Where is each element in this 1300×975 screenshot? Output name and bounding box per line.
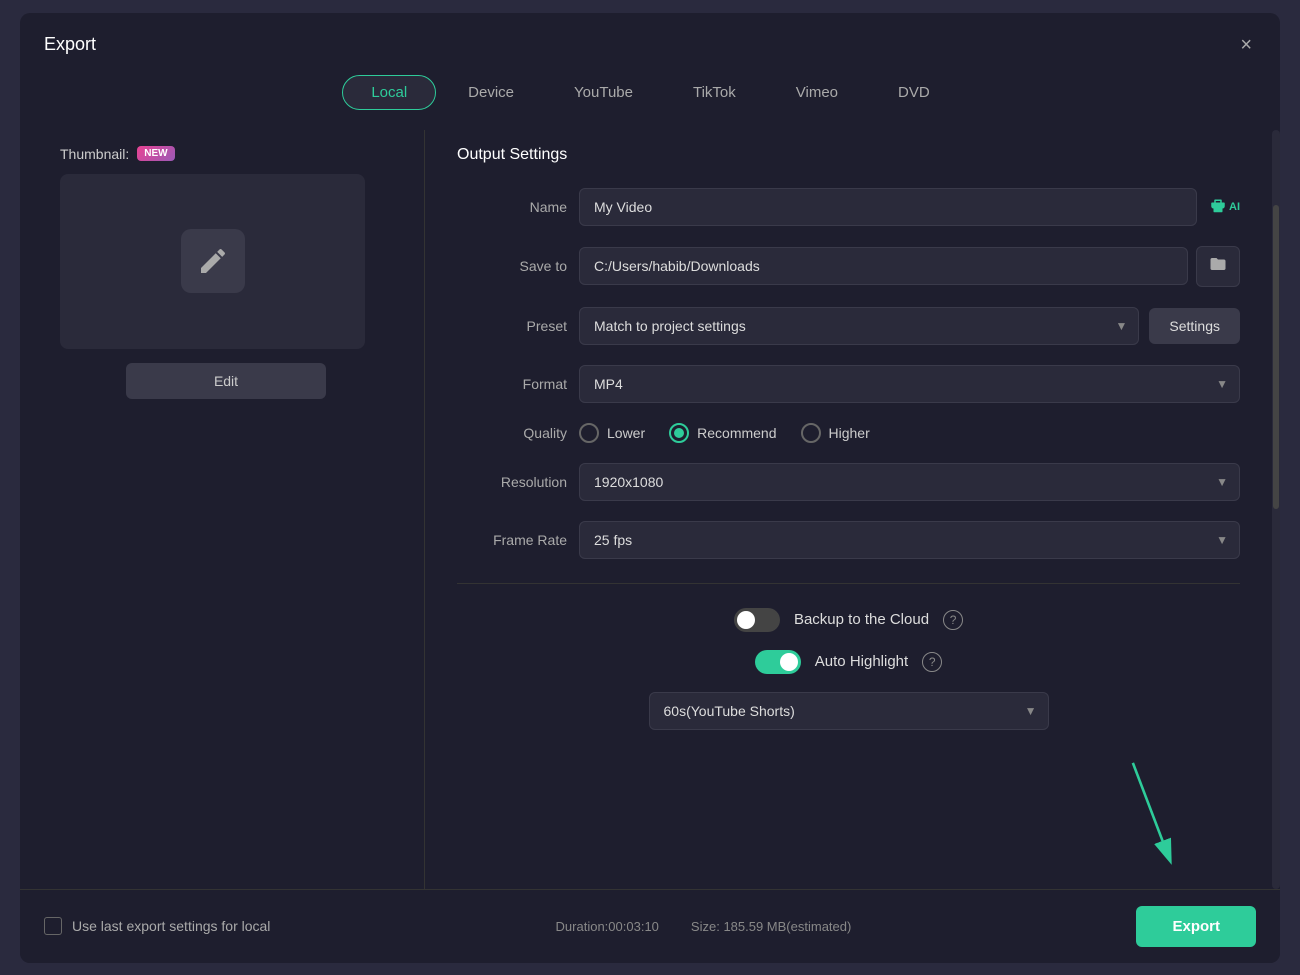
frame-rate-select-wrap: 25 fps ▼ — [579, 521, 1240, 559]
shorts-row: 60s(YouTube Shorts) ▼ — [457, 692, 1240, 730]
radio-lower — [579, 423, 599, 443]
section-title: Output Settings — [457, 146, 1240, 164]
quality-lower-label: Lower — [607, 425, 645, 441]
tab-device[interactable]: Device — [440, 75, 542, 110]
resolution-row: Resolution 1920x1080 ▼ — [457, 463, 1240, 501]
format-row: Format MP4 ▼ — [457, 365, 1240, 403]
tab-vimeo[interactable]: Vimeo — [768, 75, 866, 110]
resolution-select-wrap: 1920x1080 ▼ — [579, 463, 1240, 501]
quality-higher[interactable]: Higher — [801, 423, 870, 443]
tab-tiktok[interactable]: TikTok — [665, 75, 764, 110]
duration-info: Duration:00:03:10 — [556, 919, 659, 934]
quality-recommend[interactable]: Recommend — [669, 423, 776, 443]
preset-row: Preset Match to project settings ▼ Setti… — [457, 307, 1240, 345]
use-last-settings-label: Use last export settings for local — [72, 918, 270, 934]
radio-higher — [801, 423, 821, 443]
auto-highlight-row: Auto Highlight ? — [457, 650, 1240, 674]
folder-button[interactable] — [1196, 246, 1240, 287]
new-badge: NEW — [137, 146, 174, 161]
dialog-title: Export — [44, 34, 96, 55]
save-to-row: Save to — [457, 246, 1240, 287]
arrow-container — [457, 750, 1240, 830]
frame-rate-select[interactable]: 25 fps — [579, 521, 1240, 559]
thumbnail-label: Thumbnail: NEW — [60, 146, 392, 162]
use-last-settings-checkbox[interactable] — [44, 917, 62, 935]
ai-label: AI — [1229, 201, 1240, 213]
section-divider — [457, 583, 1240, 584]
backup-row: Backup to the Cloud ? — [457, 608, 1240, 632]
preset-label: Preset — [457, 318, 567, 334]
save-to-input-row — [579, 246, 1240, 287]
backup-toggle[interactable] — [734, 608, 780, 632]
name-label: Name — [457, 199, 567, 215]
auto-highlight-toggle[interactable] — [755, 650, 801, 674]
scrollbar-thumb — [1273, 205, 1279, 509]
auto-highlight-toggle-knob — [780, 653, 798, 671]
left-panel: Thumbnail: NEW Edit — [36, 130, 416, 889]
save-to-input[interactable] — [579, 247, 1188, 285]
preset-input-row: Match to project settings ▼ Settings — [579, 307, 1240, 345]
quality-recommend-label: Recommend — [697, 425, 776, 441]
backup-help-icon[interactable]: ? — [943, 610, 963, 630]
frame-rate-row: Frame Rate 25 fps ▼ — [457, 521, 1240, 559]
thumbnail-icon — [181, 229, 245, 293]
preset-select[interactable]: Match to project settings — [579, 307, 1139, 345]
scrollbar[interactable] — [1272, 130, 1280, 889]
radio-recommend — [669, 423, 689, 443]
footer-center: Duration:00:03:10 Size: 185.59 MB(estima… — [556, 919, 852, 934]
quality-row: Quality Lower Recommend Higher — [457, 423, 1240, 443]
save-to-label: Save to — [457, 258, 567, 274]
tab-dvd[interactable]: DVD — [870, 75, 958, 110]
resolution-select[interactable]: 1920x1080 — [579, 463, 1240, 501]
export-dialog: Export × Local Device YouTube TikTok Vim… — [20, 13, 1280, 963]
dialog-header: Export × — [20, 13, 1280, 59]
thumbnail-box — [60, 174, 365, 349]
preset-select-wrap: Match to project settings ▼ — [579, 307, 1139, 345]
frame-rate-label: Frame Rate — [457, 532, 567, 548]
name-input[interactable] — [579, 188, 1197, 226]
tab-youtube[interactable]: YouTube — [546, 75, 661, 110]
ai-icon[interactable]: AI — [1209, 198, 1240, 216]
resolution-label: Resolution — [457, 474, 567, 490]
close-button[interactable]: × — [1236, 31, 1256, 59]
backup-toggle-knob — [737, 611, 755, 629]
radio-recommend-inner — [674, 428, 684, 438]
backup-label: Backup to the Cloud — [794, 611, 929, 628]
tabs-row: Local Device YouTube TikTok Vimeo DVD — [20, 59, 1280, 130]
quality-higher-label: Higher — [829, 425, 870, 441]
format-label: Format — [457, 376, 567, 392]
quality-label: Quality — [457, 425, 567, 441]
teal-arrow-icon — [1120, 750, 1180, 870]
vertical-divider — [424, 130, 425, 889]
auto-highlight-label: Auto Highlight — [815, 653, 908, 670]
edit-button[interactable]: Edit — [126, 363, 326, 399]
quality-lower[interactable]: Lower — [579, 423, 645, 443]
tab-local[interactable]: Local — [342, 75, 436, 110]
footer-left: Use last export settings for local — [44, 917, 270, 935]
shorts-select[interactable]: 60s(YouTube Shorts) — [649, 692, 1049, 730]
export-button[interactable]: Export — [1136, 906, 1256, 947]
shorts-select-wrap: 60s(YouTube Shorts) ▼ — [649, 692, 1049, 730]
settings-button[interactable]: Settings — [1149, 308, 1240, 344]
content-area: Thumbnail: NEW Edit Output Settings Name — [20, 130, 1280, 889]
auto-highlight-help-icon[interactable]: ? — [922, 652, 942, 672]
format-select[interactable]: MP4 — [579, 365, 1240, 403]
right-panel: Output Settings Name AI Save to — [433, 130, 1264, 889]
name-row: Name AI — [457, 188, 1240, 226]
size-info: Size: 185.59 MB(estimated) — [691, 919, 851, 934]
format-select-wrap: MP4 ▼ — [579, 365, 1240, 403]
footer: Use last export settings for local Durat… — [20, 889, 1280, 963]
quality-options: Lower Recommend Higher — [579, 423, 870, 443]
